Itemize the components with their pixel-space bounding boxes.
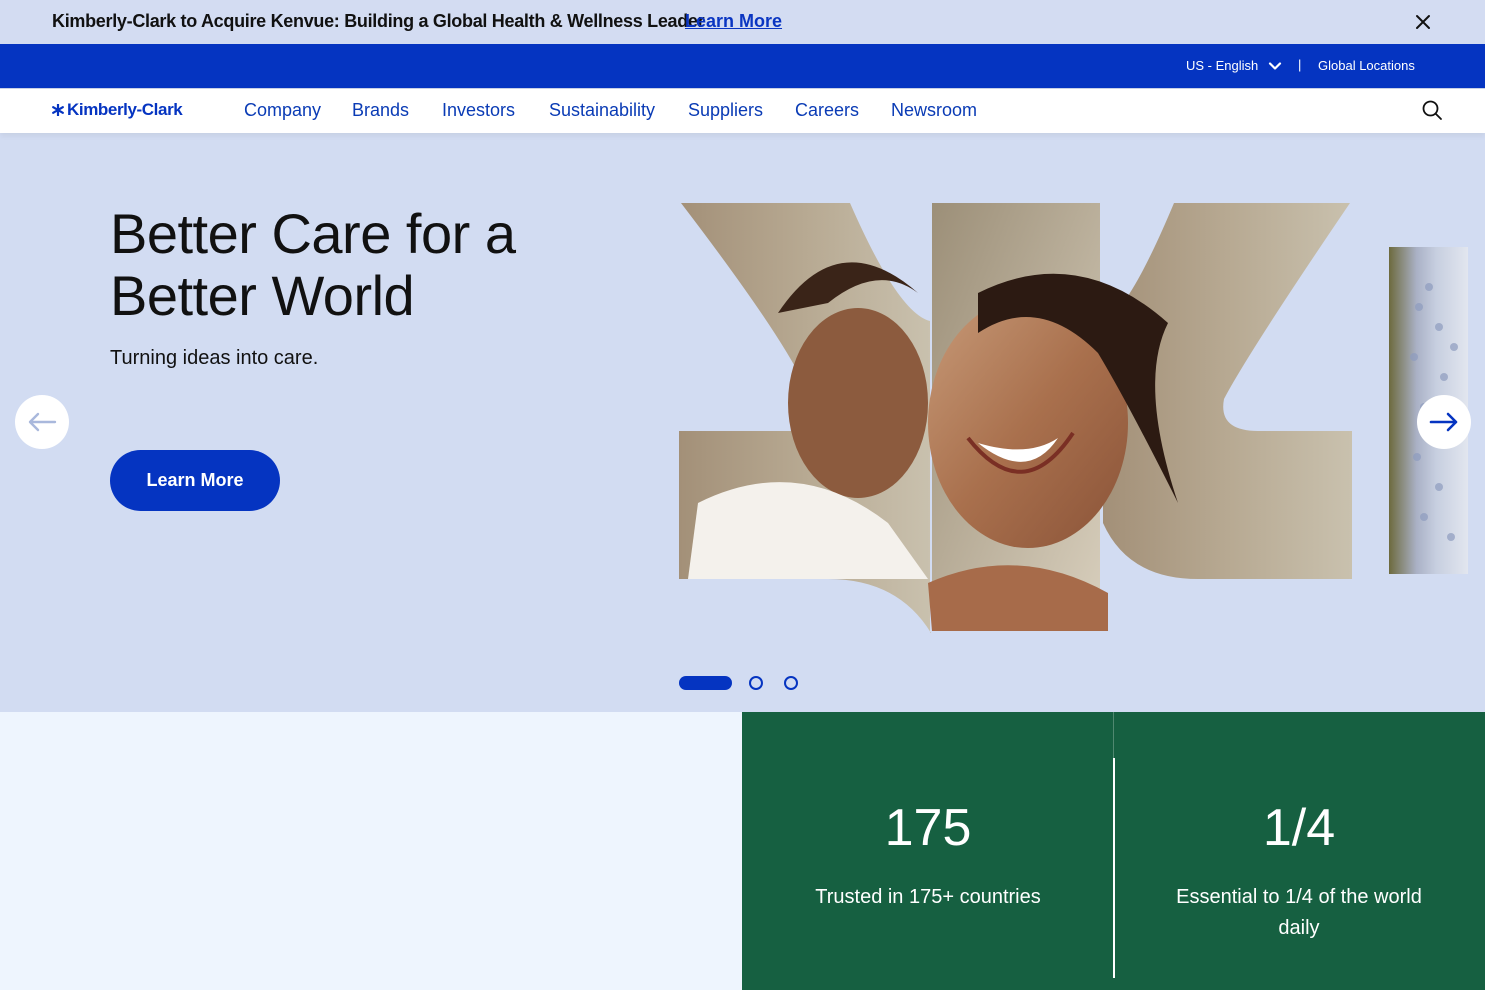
search-icon[interactable] xyxy=(1421,99,1443,121)
nav-item-sustainability[interactable]: Sustainability xyxy=(549,100,655,121)
stat-label: Trusted in 175+ countries xyxy=(815,886,1041,908)
nav-item-investors[interactable]: Investors xyxy=(442,100,515,121)
nav-item-company[interactable]: Company xyxy=(244,100,321,121)
kimberly-clark-logo[interactable]: Kimberly-Clark xyxy=(52,100,183,120)
stat-divider-top xyxy=(1113,712,1114,758)
global-locations-link[interactable]: Global Locations xyxy=(1318,58,1415,73)
stat-label: Essential to 1/4 of the world daily xyxy=(1176,886,1422,939)
hero-subtitle: Turning ideas into care. xyxy=(110,347,319,369)
carousel-next-button[interactable] xyxy=(1417,395,1471,449)
carousel-dot-3[interactable] xyxy=(784,676,798,690)
announcement-text: Kimberly-Clark to Acquire Kenvue: Buildi… xyxy=(52,11,705,31)
carousel-dot-1[interactable] xyxy=(679,676,732,690)
arrow-right-icon xyxy=(1429,412,1458,432)
stats-panel: 175 Trusted in 175+ countries 1/4 Essent… xyxy=(742,712,1485,990)
main-navigation: Kimberly-Clark Company Brands Investors … xyxy=(0,88,1485,133)
hero-carousel: Better Care for a Better World Turning i… xyxy=(0,133,1485,712)
chevron-down-icon xyxy=(1269,61,1282,70)
stat-value: 175 xyxy=(884,799,972,857)
carousel-dot-2[interactable] xyxy=(749,676,763,690)
stats-left-panel xyxy=(0,712,742,990)
nav-item-careers[interactable]: Careers xyxy=(795,100,859,121)
nav-item-brands[interactable]: Brands xyxy=(352,100,409,121)
asterisk-logo-icon xyxy=(52,104,64,116)
nav-item-newsroom[interactable]: Newsroom xyxy=(891,100,977,121)
hero-learn-more-button[interactable]: Learn More xyxy=(110,450,280,511)
hero-image-mother-child xyxy=(679,203,1352,633)
logo-text: Kimberly-Clark xyxy=(67,100,183,119)
utility-separator: | xyxy=(1298,57,1302,72)
announcement-learn-more-link[interactable]: Learn More xyxy=(685,11,782,32)
carousel-pagination xyxy=(679,676,798,690)
stat-countries: 175 Trusted in 175+ countries xyxy=(742,798,1114,913)
language-label: US - English xyxy=(1186,58,1259,73)
stat-world-share: 1/4 Essential to 1/4 of the world daily xyxy=(1113,798,1485,944)
close-icon[interactable] xyxy=(1412,11,1434,33)
utility-bar: US - English | Global Locations xyxy=(0,44,1485,88)
language-selector[interactable]: US - English xyxy=(1186,58,1282,73)
announcement-bar: Kimberly-Clark to Acquire Kenvue: Buildi… xyxy=(0,0,1485,44)
hero-title: Better Care for a Better World xyxy=(110,202,516,327)
arrow-left-icon xyxy=(28,412,57,432)
nav-item-suppliers[interactable]: Suppliers xyxy=(688,100,763,121)
stat-value: 1/4 xyxy=(1262,799,1336,857)
carousel-prev-button[interactable] xyxy=(15,395,69,449)
